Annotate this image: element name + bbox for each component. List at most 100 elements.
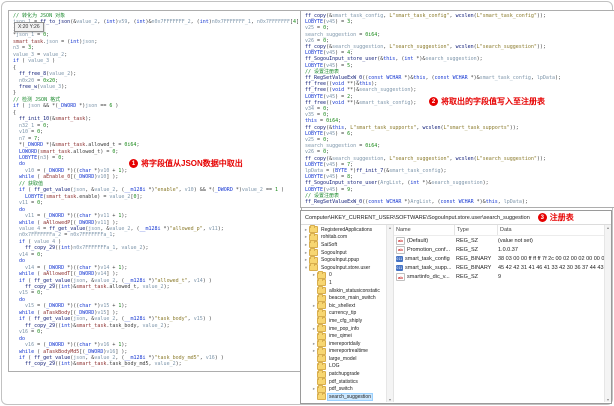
registry-list-header: Name Type Data xyxy=(394,225,605,236)
tree-item-SogouInput.store.user[interactable]: ▾ SogouInput.store.user xyxy=(301,263,393,272)
tree-item-large_model[interactable]: large_model xyxy=(301,354,393,363)
tree-item-LOG[interactable]: LOG xyxy=(301,361,393,371)
registry-row-smartinfo_dic_v-[interactable]: ab smartinfo_dic_v... REG_SZ 9 xyxy=(394,273,605,282)
tree-item-label: pdf_switch xyxy=(329,386,353,393)
tree-item-label: 1 xyxy=(329,279,332,286)
registry-address-bar[interactable]: Computer\HKEY_CURRENT_USER\SOFTWARE\Sogo… xyxy=(301,211,611,225)
annotation-extract-json: 1 将字段值从JSON数据中取出 xyxy=(129,158,243,169)
registry-row-smart_task_supp-[interactable]: 011 smart_task_supp... REG_BINARY 45 42 42 … xyxy=(394,264,605,273)
scroll-down-icon[interactable]: ▾ xyxy=(605,397,611,402)
tree-scrollbar[interactable]: ▴ ▾ xyxy=(386,225,393,402)
value-data: 38 03 00 00 ff ff ff 7f 2c 00 02 00 02 0… xyxy=(498,255,605,262)
tree-item-label: allskin_statusiconstatic xyxy=(329,287,380,294)
code-line: ff_RegSetValueExW_0((const WCHAR *)ArgLi… xyxy=(305,199,528,206)
reg-sz-icon: ab xyxy=(396,245,405,254)
scroll-up-icon[interactable]: ▴ xyxy=(607,225,609,230)
value-type: REG_SZ xyxy=(456,246,479,253)
tree-item-label: currency_tip xyxy=(329,310,357,317)
tree-item-pdf_statistics[interactable]: pdf_statistics xyxy=(301,377,393,386)
tree-item-label: imereportdaily xyxy=(329,340,361,347)
registry-window: Computer\HKEY_CURRENT_USER\SOFTWARE\Sogo… xyxy=(300,210,612,404)
folder-icon xyxy=(317,286,326,295)
value-name: Promotion_conf... xyxy=(407,246,451,253)
value-name: smart_task_supp... xyxy=(405,265,452,272)
tree-item-label: SogouInput.store.user xyxy=(321,264,371,271)
tree-item-pdf_switch[interactable]: ▸ pdf_switch xyxy=(301,384,393,393)
registry-row-Promotion_conf-[interactable]: ab Promotion_conf... REG_SZ 1.0.0.37 xyxy=(394,245,605,254)
tree-item-beacon_main_switch[interactable]: beacon_main_switch xyxy=(301,293,393,302)
tree-item-ime_cfg_shiply[interactable]: ime_cfg_shiply xyxy=(301,316,393,325)
tree-item-label: SogouInput.ppup xyxy=(321,257,360,264)
tree-item-label: 0 xyxy=(329,272,332,279)
value-data: 9 xyxy=(498,274,502,281)
value-name: smartinfo_dic_v... xyxy=(407,274,450,281)
value-type: REG_SZ xyxy=(456,274,479,281)
value-data: 1.0.0.37 xyxy=(498,246,518,253)
column-header-type[interactable]: Type xyxy=(455,225,498,235)
registry-tree: ▸ RegisteredApplications ▸ rohitab.com ▸ SaiS… xyxy=(301,225,394,402)
tree-item-label: large_model xyxy=(329,355,357,362)
folder-icon xyxy=(317,361,326,370)
value-type: REG_SZ xyxy=(456,237,479,244)
circle-3-icon: 3 xyxy=(537,213,547,222)
tree-item-label: pdf_statistics xyxy=(329,378,358,385)
tree-item-currency_tip[interactable]: currency_tip xyxy=(301,308,393,318)
list-scrollbar[interactable]: ▴ ▾ xyxy=(604,225,611,402)
value-name: (Default) xyxy=(407,237,429,244)
tree-item-label: ime_pop_info xyxy=(329,325,360,332)
value-data: 45 42 42 31 41 46 41 33 42 30 36 37 44 4… xyxy=(498,265,605,272)
registry-address: Computer\HKEY_CURRENT_USER\SOFTWARE\Sogo… xyxy=(305,214,530,221)
code-panel-right: ff_copy(&smart_task_config, L"smart_task… xyxy=(300,10,614,208)
reg-binary-icon: 011 xyxy=(396,265,403,272)
tree-item-SogouInput[interactable]: ▸ SogouInput xyxy=(301,248,393,257)
folder-icon xyxy=(309,263,318,272)
scroll-down-icon[interactable]: ▾ xyxy=(387,397,393,402)
tree-item-ime_pop_info[interactable]: ▸ ime_pop_info xyxy=(301,324,393,333)
tree-item-1[interactable]: 1 xyxy=(301,278,393,287)
tree-item-0[interactable]: ▸ 0 xyxy=(301,270,393,280)
registry-row-smart_task_config[interactable]: 011 smart_task_config REG_BINARY 38 03 00 0… xyxy=(394,254,605,263)
code-panel-left: // 转化为 JSON 对象json_1 = ff_to_json(&value… xyxy=(8,10,302,372)
value-data: (value not set) xyxy=(498,237,533,244)
tree-item-ime_qimei[interactable]: ime_qimei xyxy=(301,331,393,340)
code-line: json_1 = ff_to_json(&value_2, (int)v59, … xyxy=(13,19,301,26)
tree-item-label: bic_shellext xyxy=(329,302,356,309)
column-header-name[interactable]: Name xyxy=(394,225,455,235)
tree-item-label: beacon_main_switch xyxy=(329,295,376,302)
annotation-2-text: 将取出的字段值写入至注册表 xyxy=(441,97,545,106)
tree-item-imereportdaily[interactable]: ▸ imereportdaily xyxy=(301,339,393,348)
page-frame: // 转化为 JSON 对象json_1 = ff_to_json(&value… xyxy=(1,1,614,405)
tree-item-label: LOG xyxy=(329,363,340,370)
value-type: REG_BINARY xyxy=(456,265,492,272)
tree-item-label: rohitab.com xyxy=(321,234,348,241)
annotation-3-text: 注册表 xyxy=(549,213,574,222)
annotation-registry: 3 注册表 xyxy=(537,212,574,223)
reg-sz-icon: ab xyxy=(396,236,405,245)
position-tooltip: X:20 Y:26 xyxy=(14,22,44,32)
tree-item-label: SaiSoft xyxy=(321,241,338,248)
tree-item-patchupgrade[interactable]: patchupgrade xyxy=(301,369,393,378)
tree-item-imereportrealtime[interactable]: ▸ imereportrealtime xyxy=(301,346,393,356)
circle-2-icon: 2 xyxy=(429,97,438,106)
registry-row--Default-[interactable]: ab (Default) REG_SZ (value not set) xyxy=(394,236,605,245)
tree-item-label: search_suggestion xyxy=(327,392,373,401)
tree-item-bic_shellext[interactable]: ▸ bic_shellext xyxy=(301,301,393,310)
folder-icon xyxy=(317,324,326,333)
column-header-data[interactable]: Data xyxy=(498,225,605,235)
annotation-write-registry: 2 将取出的字段值写入至注册表 xyxy=(429,96,545,107)
registry-body: ▸ RegisteredApplications ▸ rohitab.com ▸ SaiS… xyxy=(301,225,611,402)
reg-binary-icon: 011 xyxy=(396,255,403,262)
registry-list-rows: ab (Default) REG_SZ (value not set) ab Promot… xyxy=(394,236,605,282)
reg-sz-icon: ab xyxy=(396,273,405,282)
tree-item-search_suggestion[interactable]: search_suggestion xyxy=(301,392,393,401)
tree-item-label: ime_qimei xyxy=(329,333,352,340)
tree-item-allskin_statusiconstatic[interactable]: allskin_statusiconstatic xyxy=(301,286,393,295)
tree-item-label: patchupgrade xyxy=(329,371,360,378)
scroll-up-icon[interactable]: ▴ xyxy=(389,225,391,230)
value-name: smart_task_config xyxy=(405,255,450,262)
code-line: ff_copy_29((int)&smart_task.task_body_md… xyxy=(25,361,182,368)
tree-item-label: RegisteredApplications xyxy=(321,226,373,233)
value-type: REG_BINARY xyxy=(456,255,492,262)
circle-1-icon: 1 xyxy=(129,159,138,168)
registry-value-list: Name Type Data ab (Default) REG_SZ (value not… xyxy=(394,225,611,402)
